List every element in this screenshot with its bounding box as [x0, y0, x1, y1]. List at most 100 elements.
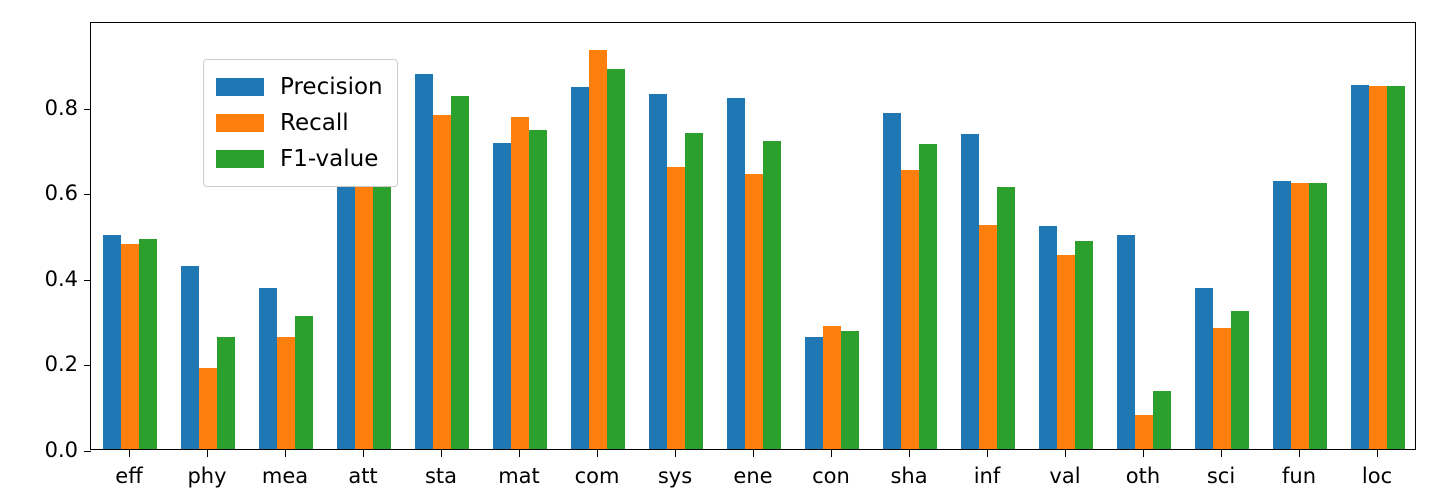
- x-tick-mark: [597, 450, 598, 457]
- bar-recall-inf: [979, 225, 997, 449]
- x-tick-label-sha: sha: [890, 464, 928, 488]
- x-tick-mark: [753, 450, 754, 457]
- bar-recall-mea: [277, 336, 295, 449]
- x-tick-mark: [441, 450, 442, 457]
- bar-precision-phy: [181, 266, 199, 449]
- bar-group: [805, 23, 859, 449]
- x-tick-mark: [129, 450, 130, 457]
- bar-precision-con: [805, 336, 823, 449]
- bar-f1-oth: [1153, 391, 1171, 449]
- legend-item-recall: Recall: [216, 105, 383, 141]
- bar-recall-sys: [667, 166, 685, 449]
- x-tick-label-inf: inf: [973, 464, 1001, 488]
- x-tick-mark: [1065, 450, 1066, 457]
- bar-precision-sta: [415, 73, 433, 449]
- y-tick-label: 0.0: [44, 438, 78, 462]
- bar-precision-com: [571, 87, 589, 449]
- bar-group: [961, 23, 1015, 449]
- bar-recall-val: [1057, 255, 1075, 449]
- bar-f1-fun: [1309, 182, 1327, 449]
- bar-group: [649, 23, 703, 449]
- x-tick-mark: [987, 450, 988, 457]
- bar-f1-ene: [763, 140, 781, 449]
- bar-recall-mat: [511, 117, 529, 449]
- x-tick-label-val: val: [1049, 464, 1081, 488]
- x-tick-label-com: com: [574, 464, 620, 488]
- bar-recall-sci: [1213, 327, 1231, 449]
- bar-f1-sha: [919, 144, 937, 449]
- y-tick-label: 0.4: [44, 266, 78, 291]
- bar-recall-sta: [433, 115, 451, 449]
- bar-precision-loc: [1351, 85, 1369, 449]
- x-tick-mark: [909, 450, 910, 457]
- legend-label-precision: Precision: [280, 73, 383, 100]
- bar-recall-oth: [1135, 414, 1153, 449]
- bar-precision-inf: [961, 134, 979, 449]
- legend-swatch-recall-icon: [216, 114, 264, 132]
- bar-group: [1273, 23, 1327, 449]
- x-tick-label-phy: phy: [187, 464, 227, 488]
- bar-precision-sci: [1195, 287, 1213, 449]
- bar-precision-ene: [727, 98, 745, 449]
- x-tick-mark: [207, 450, 208, 457]
- x-tick-label-att: att: [348, 464, 378, 488]
- bar-f1-mea: [295, 316, 313, 449]
- plot-area: Precision Recall F1-value: [84, 22, 1416, 452]
- bar-recall-ene: [745, 174, 763, 449]
- bar-f1-eff: [139, 239, 157, 449]
- x-tick-label-loc: loc: [1361, 464, 1393, 488]
- bar-chart-figure: 0.0 0.2 0.4 0.6 0.8 Precision Recall F1-valu…: [0, 0, 1440, 504]
- bar-precision-sys: [649, 93, 667, 449]
- bar-recall-phy: [199, 367, 217, 449]
- x-tick-mark: [1143, 450, 1144, 457]
- y-tick-label: 0.6: [44, 181, 78, 206]
- y-tick-mark: [84, 365, 91, 367]
- x-tick-label-mea: mea: [261, 464, 309, 488]
- x-tick-mark: [1299, 450, 1300, 457]
- x-tick-label-sys: sys: [657, 464, 693, 488]
- bar-group: [1117, 23, 1171, 449]
- bar-group: [103, 23, 157, 449]
- bar-group: [883, 23, 937, 449]
- y-tick-label: 0.8: [44, 95, 78, 120]
- x-tick-label-oth: oth: [1125, 464, 1161, 488]
- legend-item-f1-value: F1-value: [216, 141, 383, 177]
- bar-precision-fun: [1273, 180, 1291, 449]
- legend-swatch-precision-icon: [216, 78, 264, 96]
- x-tick-mark: [1377, 450, 1378, 457]
- bar-f1-com: [607, 69, 625, 449]
- bar-group: [571, 23, 625, 449]
- x-tick-label-eff: eff: [115, 464, 143, 488]
- bar-recall-sha: [901, 169, 919, 449]
- bar-recall-fun: [1291, 182, 1309, 449]
- x-tick-label-sta: sta: [424, 464, 458, 488]
- x-tick-mark: [519, 450, 520, 457]
- y-tick-mark: [84, 194, 91, 196]
- x-axis-tick-labels: eff phy mea att sta mat com sys ene con sha inf val o…: [90, 450, 1416, 504]
- bar-precision-oth: [1117, 235, 1135, 449]
- y-tick-mark: [84, 279, 91, 281]
- x-tick-mark: [1221, 450, 1222, 457]
- y-axis-tick-labels: 0.0 0.2 0.4 0.6 0.8: [0, 22, 90, 462]
- legend-item-precision: Precision: [216, 69, 383, 105]
- bar-recall-com: [589, 50, 607, 449]
- bar-f1-sys: [685, 133, 703, 449]
- bar-f1-inf: [997, 187, 1015, 449]
- bar-precision-mat: [493, 142, 511, 449]
- bar-recall-eff: [121, 243, 139, 449]
- x-tick-mark: [831, 450, 832, 457]
- y-tick-label: 0.2: [44, 352, 78, 377]
- x-tick-label-ene: ene: [733, 464, 773, 488]
- x-tick-label-sci: sci: [1206, 464, 1236, 488]
- bar-group: [1351, 23, 1405, 449]
- bar-f1-val: [1075, 241, 1093, 449]
- chart-legend: Precision Recall F1-value: [203, 59, 398, 187]
- bar-group: [1039, 23, 1093, 449]
- x-tick-label-mat: mat: [498, 464, 540, 488]
- x-tick-mark: [285, 450, 286, 457]
- legend-swatch-f1-value-icon: [216, 150, 264, 168]
- bar-group: [493, 23, 547, 449]
- x-tick-label-con: con: [812, 464, 850, 488]
- bar-f1-mat: [529, 130, 547, 449]
- bar-group: [727, 23, 781, 449]
